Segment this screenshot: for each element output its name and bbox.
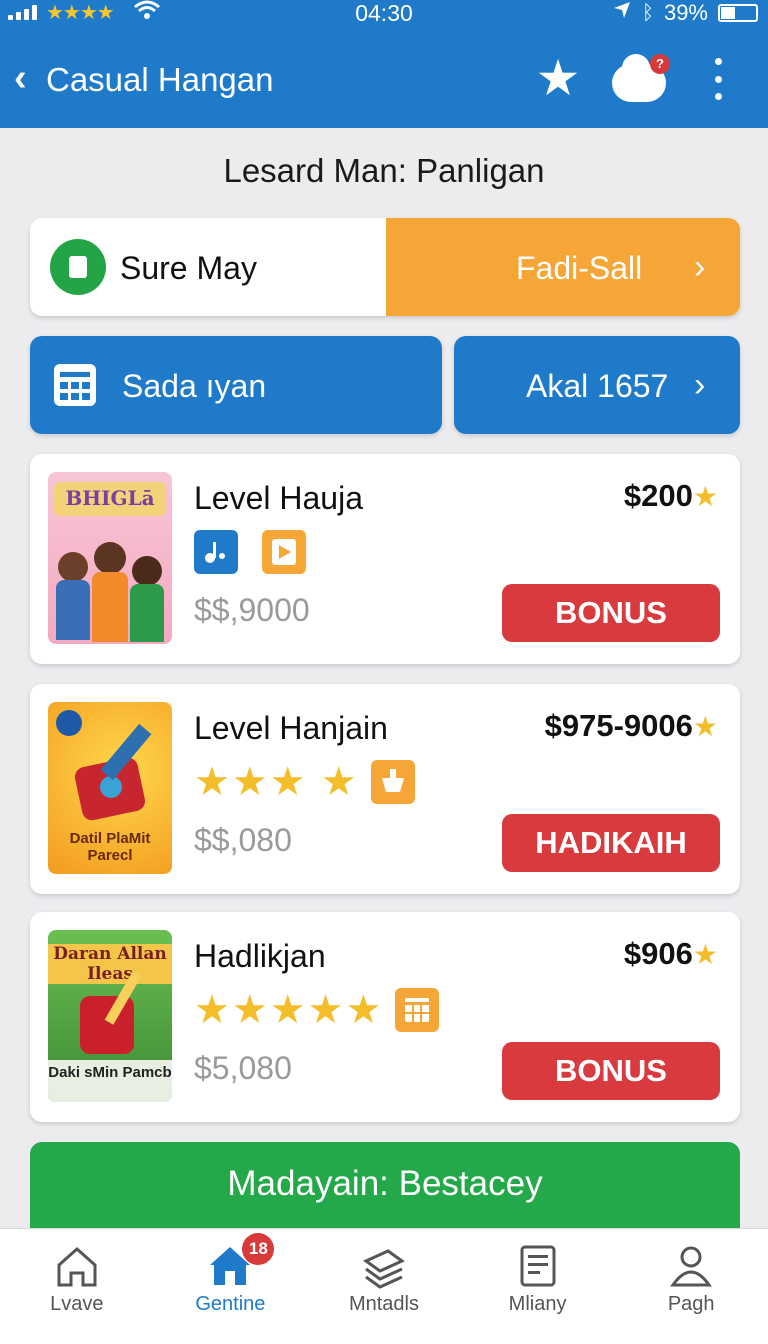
- game-subtitle: $$,080: [194, 822, 292, 858]
- calendar-icon[interactable]: [395, 988, 440, 1032]
- chevron-right-icon: ›: [694, 248, 706, 286]
- play-icon[interactable]: [262, 530, 306, 574]
- document-icon: [520, 1245, 556, 1287]
- fadi-sall-button[interactable]: Fadi-Sall ›: [386, 218, 740, 316]
- game-thumbnail: Datil PlaMit Parecl: [48, 702, 172, 874]
- price-value: $200: [623, 478, 693, 513]
- akal-label: Akal 1657: [526, 368, 669, 404]
- thumb-title: Daran Allan Ileas: [48, 944, 172, 984]
- bottom-nav: Lvave 18 Gentine Mntadls Mliany Pagh: [0, 1228, 768, 1344]
- nav-item-pagh[interactable]: Pagh: [614, 1229, 768, 1344]
- game-thumbnail: BHIGLā: [48, 472, 172, 644]
- game-price: $975-9006★: [545, 708, 718, 744]
- promo-banner[interactable]: Madayain: Bestacey: [30, 1142, 740, 1228]
- home-icon: [57, 1246, 97, 1287]
- sada-iyan-label: Sada ıyan: [122, 368, 267, 404]
- location-icon: [612, 0, 632, 26]
- game-card[interactable]: BHIGLā Level Hauja $200★ $$,9000 BONUS: [30, 454, 740, 664]
- nav-label: Pagh: [667, 1293, 715, 1315]
- star-icon: ★: [692, 711, 718, 742]
- sure-may-label: Sure May: [120, 250, 257, 286]
- game-title: Hadlikjan: [194, 938, 326, 974]
- game-price: $200★: [624, 478, 718, 514]
- notification-button[interactable]: ?: [612, 54, 670, 104]
- page-subtitle: Lesard Man: Panligan: [223, 152, 545, 189]
- thumb-caption: Daki sMin Pamcb: [48, 1064, 172, 1081]
- thumb-title: Datil PlaMit Parecl: [69, 830, 151, 864]
- price-value: $906: [623, 936, 693, 971]
- battery-percent: 39%: [663, 0, 708, 25]
- calendar-icon: [54, 364, 96, 406]
- bluetooth-icon: ᛒ: [641, 1, 654, 24]
- star-icon: ★: [692, 481, 718, 512]
- game-card[interactable]: Datil PlaMit Parecl Level Hanjain $975-9…: [30, 684, 740, 894]
- status-bar: ★★★★ 04:30 ᛒ 39%: [0, 0, 768, 28]
- game-title: Level Hauja: [194, 480, 363, 516]
- game-card[interactable]: Daran Allan Ileas Daki sMin Pamcb Hadlik…: [30, 912, 740, 1122]
- nav-item-mliany[interactable]: Mliany: [461, 1229, 615, 1344]
- battery-icon: [718, 4, 758, 22]
- hadikaih-button[interactable]: HADIKAIH: [502, 814, 720, 872]
- game-price: $906★: [624, 936, 718, 972]
- top-bar: ★★★★ 04:30 ᛒ 39% ‹ Casual Hangan ★ ?: [0, 0, 768, 128]
- fadi-sall-label: Fadi-Sall: [516, 250, 643, 286]
- music-icon[interactable]: [194, 530, 238, 574]
- akal-button[interactable]: Akal 1657 ›: [454, 336, 740, 434]
- chevron-right-icon: ›: [694, 366, 706, 404]
- notification-badge: 18: [242, 1233, 275, 1265]
- back-button[interactable]: ‹: [14, 58, 27, 98]
- game-subtitle: $5,080: [194, 1050, 292, 1086]
- more-menu-icon[interactable]: [708, 58, 728, 100]
- rating-stars: ★★★ ★: [194, 760, 359, 804]
- summary-row: Sure May Fadi-Sall ›: [30, 218, 740, 316]
- nav-label: Mntadls: [348, 1293, 419, 1315]
- basket-icon[interactable]: [370, 760, 415, 804]
- thumbs-up-icon: [50, 239, 106, 295]
- app-title: Casual Hangan: [46, 61, 274, 98]
- star-icon[interactable]: ★: [532, 52, 584, 104]
- bonus-button[interactable]: BONUS: [502, 1042, 720, 1100]
- price-value: $975-9006: [544, 708, 693, 743]
- nav-label: Gentine: [195, 1293, 266, 1315]
- star-icon: ★: [692, 939, 718, 970]
- app-bar: ‹ Casual Hangan ★ ?: [0, 40, 768, 120]
- person-icon: [670, 1246, 713, 1287]
- nav-label: Lvave: [50, 1293, 104, 1315]
- nav-item-lvave[interactable]: Lvave: [0, 1229, 154, 1344]
- game-subtitle: $$,9000: [194, 592, 310, 628]
- sada-iyan-button[interactable]: Sada ıyan: [30, 336, 442, 434]
- thumb-title: BHIGLā: [65, 486, 155, 510]
- rating-stars: ★★★★★: [194, 988, 384, 1032]
- game-title: Level Hanjain: [194, 710, 388, 746]
- nav-item-mntadls[interactable]: Mntadls: [307, 1229, 461, 1344]
- nav-label: Mliany: [508, 1293, 567, 1315]
- notification-dot: ?: [650, 54, 670, 74]
- game-thumbnail: Daran Allan Ileas Daki sMin Pamcb: [48, 930, 172, 1102]
- layers-icon: [362, 1249, 405, 1289]
- sure-may-panel[interactable]: Sure May: [30, 218, 386, 316]
- bonus-button[interactable]: BONUS: [502, 584, 720, 642]
- nav-item-gentine[interactable]: 18 Gentine: [154, 1229, 308, 1344]
